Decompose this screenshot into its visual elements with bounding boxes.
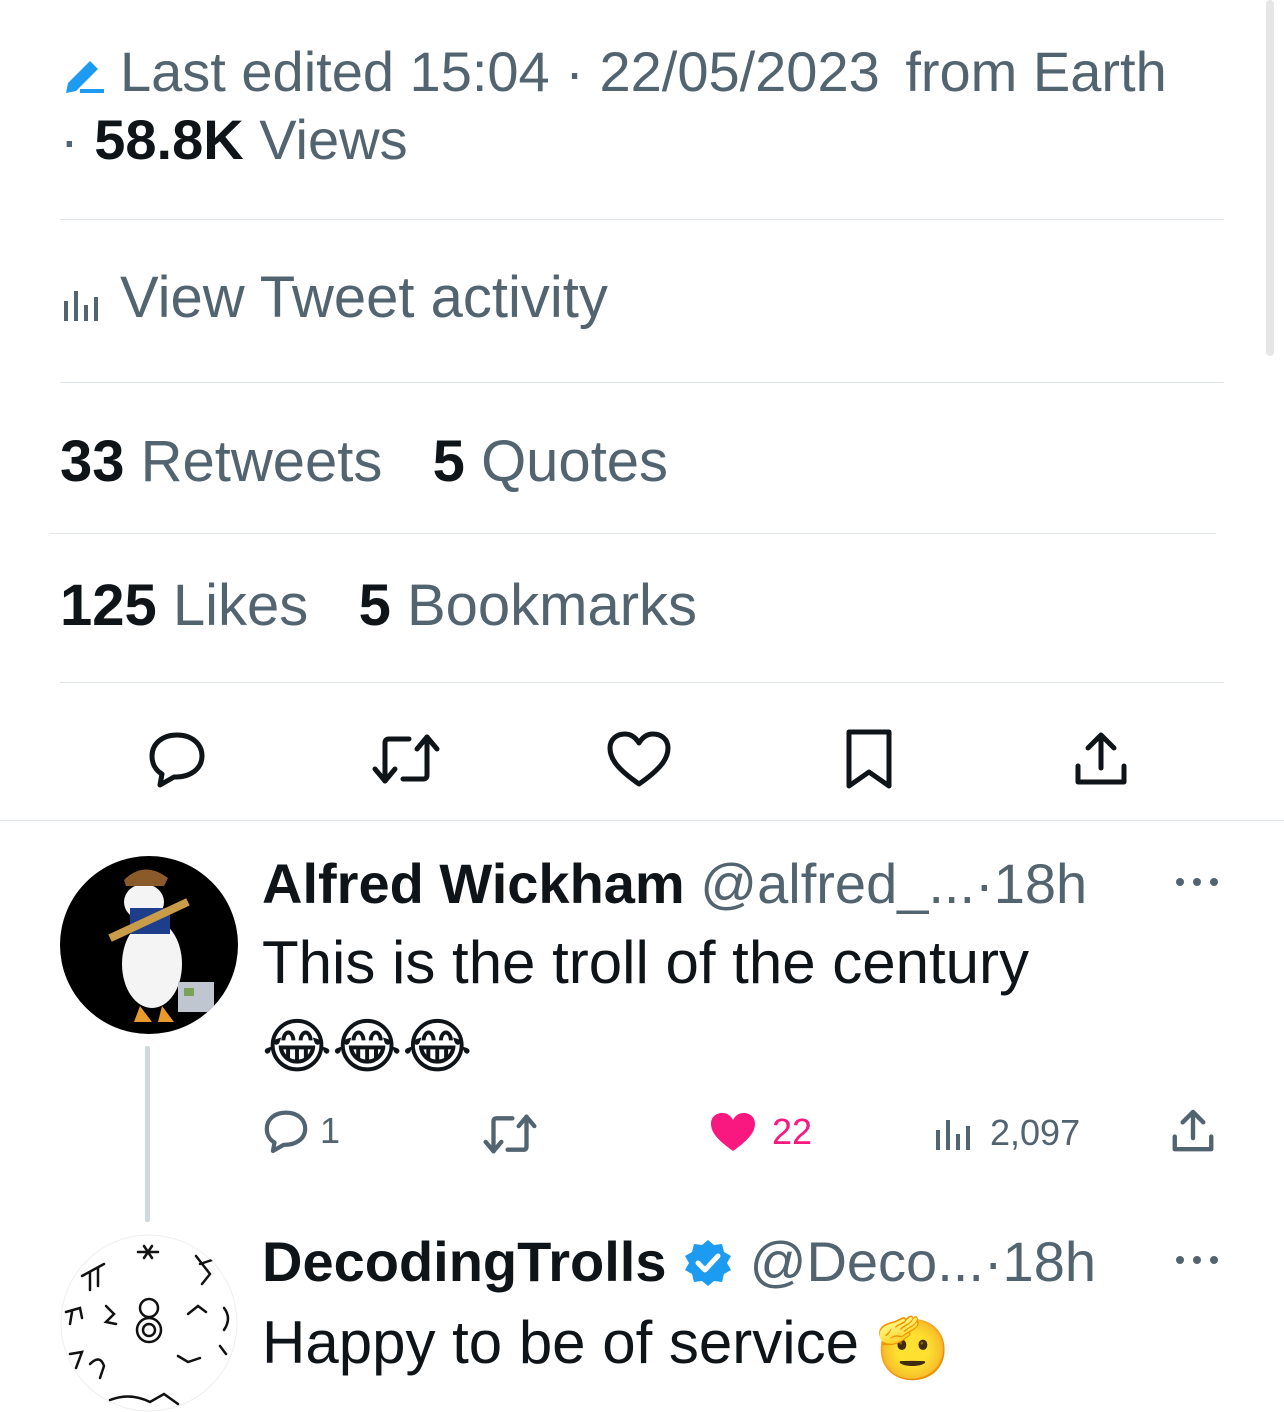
bookmarks-count: 5 — [358, 573, 391, 638]
more-icon[interactable] — [1172, 872, 1222, 892]
share-icon — [1075, 732, 1127, 785]
reply-button[interactable]: 1 — [262, 1108, 340, 1154]
scrollbar-thumb[interactable] — [1266, 0, 1274, 356]
divider — [60, 219, 1224, 220]
reply-text: Happy to be of service 🫡 — [262, 1304, 1222, 1388]
quotes-count: 5 — [432, 429, 465, 494]
retweet-icon — [372, 734, 440, 784]
reply-time[interactable]: 18h — [994, 852, 1087, 915]
author-handle[interactable]: @Deco... — [750, 1230, 984, 1293]
reply-header: DecodingTrolls @Deco...·18h — [262, 1230, 1096, 1294]
views-count: 58.8K — [94, 108, 244, 171]
heart-filled-icon — [711, 1113, 755, 1151]
reply-time[interactable]: 18h — [1003, 1230, 1096, 1293]
edited-date: 22/05/2023 — [599, 40, 880, 103]
analytics-icon — [64, 291, 98, 321]
tweet-source: from Earth — [905, 40, 1167, 103]
separator: · — [975, 852, 994, 915]
pencil-icon — [66, 61, 104, 93]
bookmarks-label: Bookmarks — [406, 573, 698, 638]
divider — [0, 820, 1284, 821]
stats-row-likes: 125 Likes 5 Bookmarks — [60, 574, 697, 638]
likes-link[interactable]: 125 Likes — [60, 573, 324, 638]
thread-connector — [145, 1046, 150, 1222]
reply-icon — [264, 1110, 308, 1154]
saluting-emoji: 🫡 — [875, 1315, 951, 1382]
avatar[interactable] — [60, 856, 238, 1034]
like-button[interactable] — [604, 724, 674, 794]
bookmark-icon — [846, 729, 892, 789]
divider — [60, 382, 1224, 383]
share-button[interactable] — [1170, 1108, 1216, 1154]
edit-history-link[interactable]: Last edited 15:04 · 22/05/2023 from Eart… — [62, 40, 1167, 104]
separator: · — [565, 40, 584, 103]
edited-time: 15:04 — [409, 40, 550, 103]
laughing-emoji: 😂😂😂 — [262, 1013, 473, 1080]
glyphs-avatar-image — [60, 1234, 238, 1412]
reply-text-body: This is the troll of the century — [262, 929, 1029, 996]
share-button[interactable] — [1066, 724, 1136, 794]
divider — [60, 682, 1224, 683]
views-button[interactable]: 2,097 — [934, 1112, 1080, 1154]
quotes-label: Quotes — [481, 429, 669, 494]
retweets-link[interactable]: 33 Retweets — [60, 429, 399, 494]
retweet-button[interactable] — [371, 724, 441, 794]
stats-row-retweets: 33 Retweets 5 Quotes — [60, 430, 668, 494]
views-label: Views — [259, 108, 408, 171]
likes-label: Likes — [172, 573, 309, 638]
reply-text: This is the troll of the century 😂😂😂 — [262, 924, 1222, 1086]
edited-prefix: Last edited — [120, 40, 394, 103]
likes-count: 125 — [60, 573, 157, 638]
goose-avatar-image — [108, 869, 214, 1022]
bookmark-button[interactable] — [834, 724, 904, 794]
view-tweet-activity-link[interactable]: View Tweet activity — [62, 266, 608, 330]
bookmarks-link[interactable]: 5 Bookmarks — [359, 573, 697, 638]
author-name[interactable]: Alfred Wickham — [262, 852, 685, 915]
reply-button[interactable] — [142, 724, 212, 794]
analytics-icon — [936, 1120, 970, 1150]
quotes-link[interactable]: 5 Quotes — [433, 429, 668, 494]
reply-icon — [149, 732, 205, 788]
reply-text-body: Happy to be of service — [262, 1309, 859, 1376]
heart-icon — [607, 731, 671, 787]
more-icon[interactable] — [1172, 1250, 1222, 1270]
retweet-button[interactable] — [482, 1112, 538, 1156]
retweet-icon — [483, 1114, 537, 1154]
verified-badge-icon — [685, 1240, 732, 1286]
view-tweet-activity-label: View Tweet activity — [120, 265, 608, 330]
author-handle[interactable]: @alfred_... — [700, 852, 975, 915]
views-count: 2,097 — [990, 1112, 1081, 1153]
separator: · — [983, 1230, 1003, 1293]
views-line: · 58.8K Views — [60, 108, 408, 172]
reply-header: Alfred Wickham @alfred_...·18h — [262, 852, 1087, 916]
share-icon — [1172, 1109, 1214, 1152]
like-count: 22 — [772, 1111, 813, 1152]
divider — [50, 533, 1216, 534]
like-button[interactable]: 22 — [708, 1110, 812, 1154]
avatar[interactable] — [60, 1234, 238, 1412]
separator: · — [60, 108, 79, 171]
reply-count: 1 — [320, 1110, 341, 1151]
author-name[interactable]: DecodingTrolls — [262, 1230, 667, 1293]
retweets-label: Retweets — [140, 429, 383, 494]
retweets-count: 33 — [60, 429, 125, 494]
